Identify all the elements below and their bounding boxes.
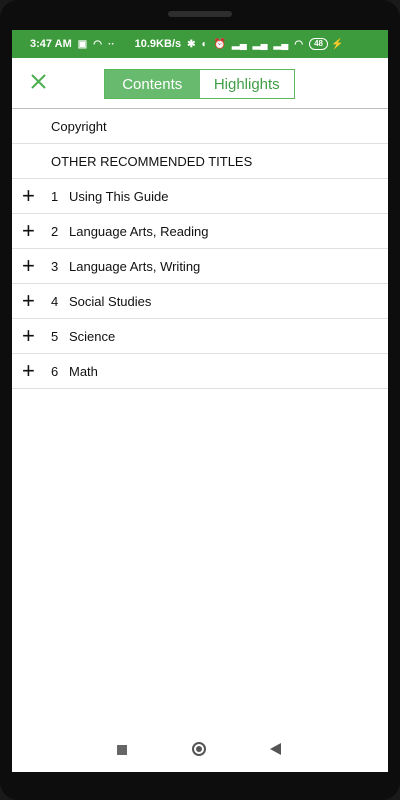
item-number: 6	[51, 363, 59, 379]
contents-list: Copyright OTHER RECOMMENDED TITLES + 1 U…	[12, 109, 388, 389]
item-label: Math	[69, 363, 98, 379]
list-item[interactable]: + 3 Language Arts, Writing	[12, 249, 388, 284]
wifi-small-icon: ◠	[93, 38, 102, 50]
item-number: 3	[51, 258, 59, 274]
list-item[interactable]: + 4 Social Studies	[12, 284, 388, 319]
network-speed: 10.9KB/s	[134, 38, 182, 50]
expand-plus-icon[interactable]: +	[22, 325, 44, 347]
expand-plus-icon[interactable]: +	[22, 185, 44, 207]
item-number: 4	[51, 293, 59, 309]
item-number: 5	[51, 328, 59, 344]
alarm-icon: ⏰	[213, 38, 227, 50]
charging-icon: ⚡	[331, 38, 344, 50]
dots-icon: ··	[107, 38, 115, 50]
signal-icon-2: ▂▄	[252, 38, 268, 50]
list-item[interactable]: OTHER RECOMMENDED TITLES	[12, 144, 388, 179]
wifi-icon: ◠	[294, 38, 304, 50]
item-label: Social Studies	[69, 293, 152, 309]
back-triangle-icon[interactable]	[270, 743, 281, 755]
screen: 3:47 AM ▣ ◠ ·· 10.9KB/s ✱ ◐ ⏰ ▂▄ ▂▄ ▂▄ ◠…	[12, 30, 388, 772]
status-time: 3:47 AM	[30, 38, 72, 50]
list-item[interactable]: + 1 Using This Guide	[12, 179, 388, 214]
item-number: 2	[51, 223, 59, 239]
item-label: Language Arts, Writing	[69, 258, 201, 274]
tab-highlights[interactable]: Highlights	[199, 70, 294, 98]
item-label: Language Arts, Reading	[69, 223, 209, 239]
signal-icon: ▂▄	[232, 38, 247, 50]
expand-plus-icon[interactable]: +	[22, 360, 44, 382]
list-item[interactable]: + 2 Language Arts, Reading	[12, 214, 388, 249]
tab-contents[interactable]: Contents	[105, 70, 200, 98]
item-number: 1	[51, 188, 59, 204]
toggle-icon: ◐	[201, 38, 208, 50]
expand-plus-icon[interactable]: +	[22, 255, 44, 277]
expand-plus-icon[interactable]: +	[22, 220, 44, 242]
toolbar: Contents Highlights	[12, 58, 388, 109]
close-icon	[31, 74, 46, 89]
item-label: Copyright	[51, 118, 107, 134]
item-label: Science	[69, 328, 116, 344]
signal-4g-icon: ▂▄	[273, 38, 289, 50]
item-label: OTHER RECOMMENDED TITLES	[51, 153, 253, 169]
expand-plus-icon[interactable]: +	[22, 290, 44, 312]
status-bar: 3:47 AM ▣ ◠ ·· 10.9KB/s ✱ ◐ ⏰ ▂▄ ▂▄ ▂▄ ◠…	[12, 30, 388, 58]
bluetooth-icon: ✱	[187, 38, 196, 50]
segmented-tabs: Contents Highlights	[104, 69, 295, 99]
battery-icon: 48	[309, 38, 328, 50]
phone-frame: 3:47 AM ▣ ◠ ·· 10.9KB/s ✱ ◐ ⏰ ▂▄ ▂▄ ▂▄ ◠…	[0, 0, 400, 800]
recents-square-icon[interactable]	[117, 745, 127, 755]
list-item[interactable]: Copyright	[12, 109, 388, 144]
list-item[interactable]: + 5 Science	[12, 319, 388, 354]
list-item[interactable]: + 6 Math	[12, 354, 388, 389]
notification-icon: ▣	[77, 38, 88, 50]
navigation-bar	[12, 730, 388, 772]
home-circle-icon[interactable]	[192, 742, 206, 756]
phone-speaker	[168, 11, 232, 17]
close-button[interactable]	[28, 71, 50, 93]
item-label: Using This Guide	[69, 188, 169, 204]
